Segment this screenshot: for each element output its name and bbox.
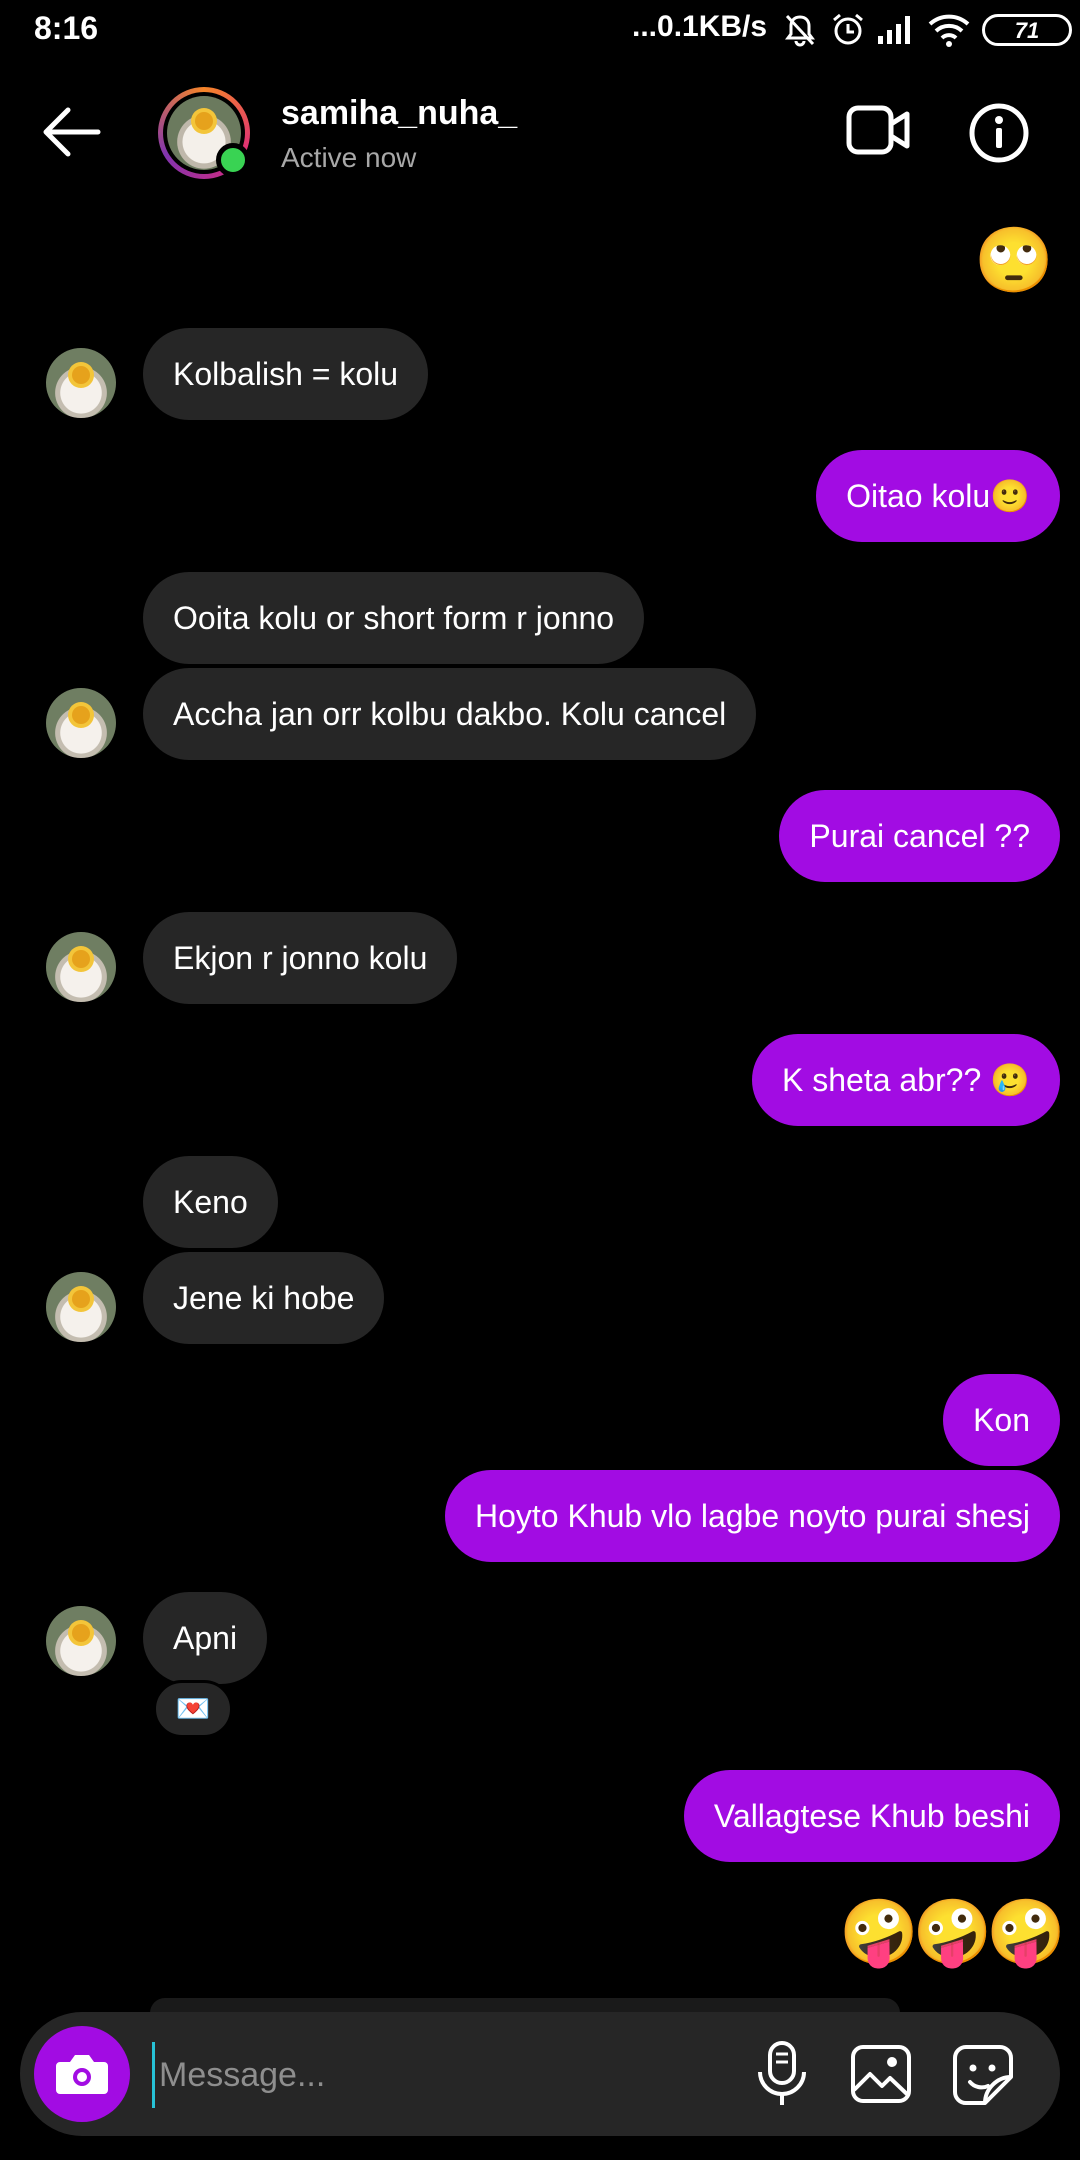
sent-message[interactable]: Oitao kolu🙂 — [816, 450, 1060, 542]
video-call-icon[interactable] — [846, 102, 910, 158]
sender-avatar[interactable] — [46, 1272, 116, 1342]
received-message[interactable]: Jene ki hobe — [143, 1252, 385, 1344]
status-bar: 8:16 ...0.1KB/s 71 — [0, 0, 1080, 62]
contact-active-status: Active now — [281, 142, 417, 173]
message-composer — [20, 2012, 1060, 2136]
received-message[interactable]: Ekjon r jonno kolu — [143, 912, 458, 1004]
sent-emoji-message[interactable]: 🙄 — [974, 222, 1054, 298]
received-message[interactable]: Apni — [143, 1592, 268, 1684]
sender-avatar[interactable] — [46, 1606, 116, 1676]
back-arrow-icon[interactable] — [38, 102, 108, 162]
message-reaction[interactable]: 💌 — [153, 1680, 233, 1738]
camera-button[interactable] — [34, 2026, 130, 2122]
chat-header: samiha_nuha_ Active now — [0, 62, 1080, 212]
online-indicator — [216, 143, 250, 177]
mute-icon — [785, 14, 815, 47]
status-time: 8:16 — [34, 10, 99, 46]
sender-avatar[interactable] — [46, 932, 116, 1002]
received-message[interactable]: Accha jan orr kolbu dakbo. Kolu cancel — [143, 668, 757, 760]
received-message[interactable]: Keno — [143, 1156, 278, 1248]
sender-avatar[interactable] — [46, 688, 116, 758]
alarm-icon — [833, 13, 863, 45]
wifi-icon — [928, 14, 970, 47]
contact-username[interactable]: samiha_nuha_ — [281, 94, 517, 133]
sticker-icon[interactable] — [952, 2044, 1014, 2106]
gallery-icon[interactable] — [850, 2044, 912, 2104]
camera-icon — [56, 2055, 108, 2094]
microphone-icon[interactable] — [752, 2040, 812, 2108]
sender-avatar[interactable] — [46, 348, 116, 418]
signal-icon — [878, 16, 910, 44]
received-message[interactable]: Kolbalish = kolu — [143, 328, 429, 420]
contact-avatar[interactable] — [158, 87, 250, 179]
sent-message[interactable]: Kon — [943, 1374, 1060, 1466]
sent-emoji-message[interactable]: 🤪🤪🤪 — [839, 1894, 1066, 1970]
network-speed: ...0.1KB/s — [632, 10, 768, 43]
sent-message[interactable]: Hoyto Khub vlo lagbe noyto purai shesj — [444, 1470, 1060, 1562]
battery-icon: 71 — [982, 14, 1072, 46]
sent-message[interactable]: Purai cancel ?? — [779, 790, 1060, 882]
received-message[interactable]: Ooita kolu or short form r jonno — [143, 572, 645, 664]
info-icon[interactable] — [968, 102, 1030, 164]
sent-message[interactable]: K sheta abr?? 🥲 — [752, 1034, 1060, 1126]
message-input[interactable] — [152, 2042, 721, 2108]
battery-level: 71 — [1014, 18, 1040, 43]
sent-message[interactable]: Vallagtese Khub beshi — [683, 1770, 1060, 1862]
